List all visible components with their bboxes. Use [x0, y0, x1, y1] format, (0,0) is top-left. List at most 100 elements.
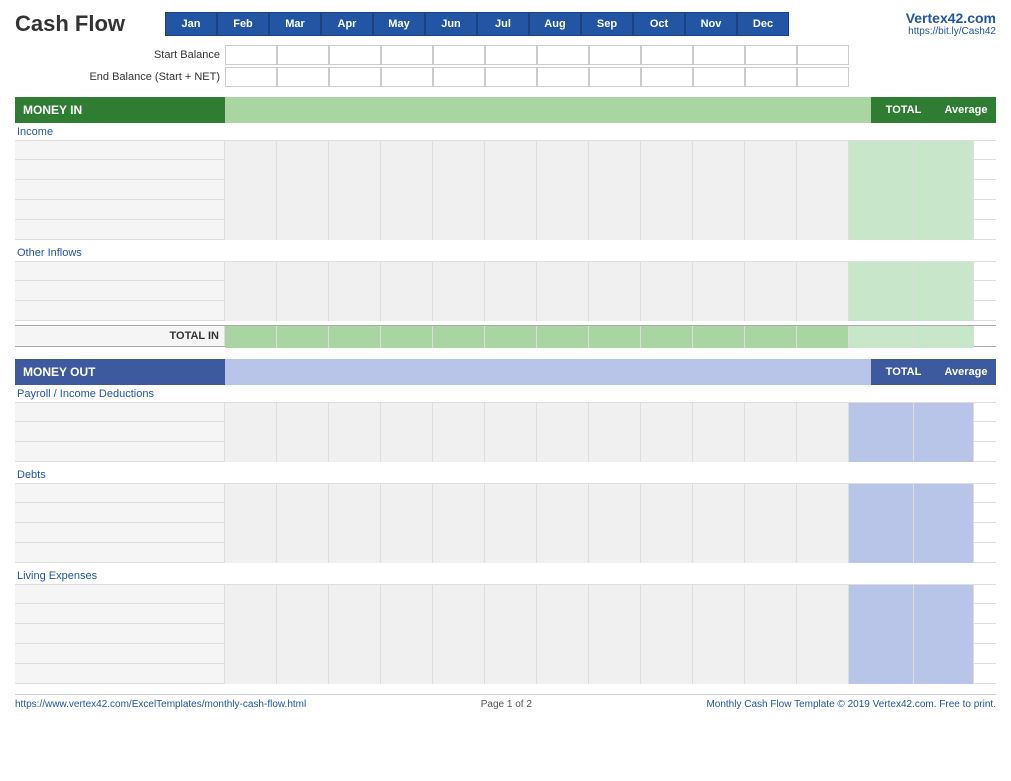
- data-cell[interactable]: [433, 523, 485, 543]
- data-cell[interactable]: [277, 624, 329, 644]
- data-cell[interactable]: [225, 585, 277, 605]
- data-cell[interactable]: [277, 281, 329, 301]
- data-cell[interactable]: [329, 503, 381, 523]
- row-label[interactable]: [15, 442, 225, 461]
- data-cell[interactable]: [225, 644, 277, 664]
- balance-cell[interactable]: [329, 67, 381, 87]
- data-cell[interactable]: [381, 604, 433, 624]
- data-cell[interactable]: [589, 141, 641, 161]
- data-cell[interactable]: [225, 220, 277, 240]
- data-cell[interactable]: [797, 262, 849, 282]
- data-cell[interactable]: [329, 484, 381, 504]
- data-cell[interactable]: [641, 281, 693, 301]
- data-cell[interactable]: [277, 220, 329, 240]
- data-cell[interactable]: [225, 503, 277, 523]
- data-cell[interactable]: [485, 503, 537, 523]
- data-cell[interactable]: [485, 220, 537, 240]
- row-label[interactable]: [15, 141, 225, 159]
- data-cell[interactable]: [381, 200, 433, 220]
- data-cell[interactable]: [693, 543, 745, 563]
- data-cell[interactable]: [485, 664, 537, 684]
- data-cell[interactable]: [693, 281, 745, 301]
- data-cell[interactable]: [277, 503, 329, 523]
- data-cell[interactable]: [537, 644, 589, 664]
- data-cell[interactable]: [589, 543, 641, 563]
- data-cell[interactable]: [745, 664, 797, 684]
- data-cell[interactable]: [225, 160, 277, 180]
- data-cell[interactable]: [225, 262, 277, 282]
- balance-cell[interactable]: [745, 67, 797, 87]
- month-tab-jun[interactable]: Jun: [425, 12, 477, 36]
- row-label[interactable]: [15, 180, 225, 199]
- data-cell[interactable]: [589, 624, 641, 644]
- balance-cell[interactable]: [589, 45, 641, 65]
- data-cell[interactable]: [485, 644, 537, 664]
- row-label[interactable]: [15, 422, 225, 441]
- data-cell[interactable]: [745, 604, 797, 624]
- data-cell[interactable]: [537, 523, 589, 543]
- balance-cell[interactable]: [693, 67, 745, 87]
- data-cell[interactable]: [589, 604, 641, 624]
- data-cell[interactable]: [381, 160, 433, 180]
- data-cell[interactable]: [537, 141, 589, 161]
- data-cell[interactable]: [225, 484, 277, 504]
- data-cell[interactable]: [537, 220, 589, 240]
- data-cell[interactable]: [693, 422, 745, 442]
- data-cell[interactable]: [485, 585, 537, 605]
- data-cell[interactable]: [225, 604, 277, 624]
- data-cell[interactable]: [277, 664, 329, 684]
- vertex-site-link[interactable]: https://bit.ly/Cash42: [906, 26, 996, 37]
- data-cell[interactable]: [381, 442, 433, 462]
- balance-cell[interactable]: [433, 45, 485, 65]
- data-cell[interactable]: [433, 664, 485, 684]
- data-cell[interactable]: [277, 644, 329, 664]
- data-cell[interactable]: [693, 180, 745, 200]
- data-cell[interactable]: [797, 180, 849, 200]
- data-cell[interactable]: [745, 624, 797, 644]
- data-cell[interactable]: [589, 403, 641, 423]
- data-cell[interactable]: [537, 442, 589, 462]
- balance-cell[interactable]: [589, 67, 641, 87]
- balance-cell[interactable]: [797, 67, 849, 87]
- data-cell[interactable]: [433, 503, 485, 523]
- data-cell[interactable]: [797, 442, 849, 462]
- data-cell[interactable]: [537, 624, 589, 644]
- footer-left-link[interactable]: https://www.vertex42.com/ExcelTemplates/…: [15, 699, 306, 710]
- data-cell[interactable]: [329, 301, 381, 321]
- data-cell[interactable]: [381, 301, 433, 321]
- data-cell[interactable]: [589, 262, 641, 282]
- data-cell[interactable]: [329, 422, 381, 442]
- data-cell[interactable]: [589, 200, 641, 220]
- data-cell[interactable]: [693, 262, 745, 282]
- data-cell[interactable]: [797, 422, 849, 442]
- data-cell[interactable]: [485, 200, 537, 220]
- data-cell[interactable]: [693, 484, 745, 504]
- row-label[interactable]: [15, 644, 225, 663]
- data-cell[interactable]: [329, 200, 381, 220]
- data-cell[interactable]: [797, 624, 849, 644]
- data-cell[interactable]: [797, 484, 849, 504]
- data-cell[interactable]: [433, 403, 485, 423]
- balance-cell[interactable]: [277, 45, 329, 65]
- data-cell[interactable]: [693, 403, 745, 423]
- data-cell[interactable]: [745, 543, 797, 563]
- data-cell[interactable]: [329, 585, 381, 605]
- data-cell[interactable]: [693, 301, 745, 321]
- data-cell[interactable]: [537, 484, 589, 504]
- data-cell[interactable]: [641, 262, 693, 282]
- data-cell[interactable]: [485, 442, 537, 462]
- data-cell[interactable]: [485, 543, 537, 563]
- data-cell[interactable]: [277, 200, 329, 220]
- data-cell[interactable]: [537, 180, 589, 200]
- data-cell[interactable]: [589, 585, 641, 605]
- data-cell[interactable]: [485, 523, 537, 543]
- data-cell[interactable]: [693, 160, 745, 180]
- data-cell[interactable]: [329, 543, 381, 563]
- data-cell[interactable]: [433, 180, 485, 200]
- data-cell[interactable]: [745, 160, 797, 180]
- data-cell[interactable]: [797, 585, 849, 605]
- data-cell[interactable]: [277, 543, 329, 563]
- data-cell[interactable]: [745, 484, 797, 504]
- data-cell[interactable]: [485, 403, 537, 423]
- data-cell[interactable]: [589, 160, 641, 180]
